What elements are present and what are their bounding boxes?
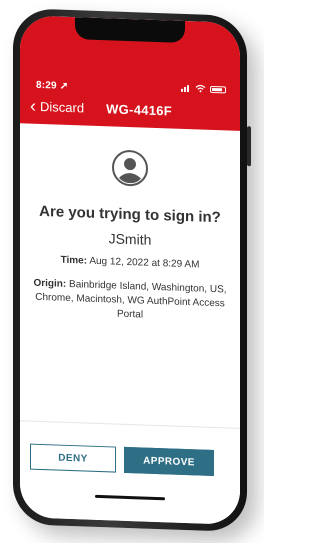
user-circle-icon <box>112 150 148 187</box>
phone-screen: 8:29 ➚ ‹ Discard WG-4416F Are you trying… <box>20 15 240 525</box>
chevron-left-icon: ‹ <box>30 95 36 116</box>
power-button <box>247 126 251 167</box>
home-indicator[interactable] <box>95 494 165 501</box>
time-row: Time: Aug 12, 2022 at 8:29 AM <box>20 253 240 272</box>
sign-in-prompt: Are you trying to sign in? <box>39 202 221 227</box>
status-icons <box>181 84 226 94</box>
origin-row: Origin: Bainbridge Island, Washington, U… <box>30 277 230 326</box>
discard-button[interactable]: ‹ Discard <box>30 95 85 117</box>
scene: 8:29 ➚ ‹ Discard WG-4416F Are you trying… <box>0 0 264 543</box>
deny-button[interactable]: DENY <box>30 443 116 473</box>
phone-frame: 8:29 ➚ ‹ Discard WG-4416F Are you trying… <box>13 8 251 533</box>
time-value: Aug 12, 2022 at 8:29 AM <box>89 255 200 271</box>
device-title: WG-4416F <box>106 100 173 119</box>
auth-request: Are you trying to sign in? JSmith Time: … <box>20 123 240 326</box>
username: JSmith <box>108 230 152 248</box>
time-label: Time: <box>60 254 88 267</box>
status-time: 8:29 ➚ <box>36 80 68 92</box>
battery-icon <box>210 85 226 93</box>
nav-bar: ‹ Discard WG-4416F <box>30 96 230 123</box>
approve-button[interactable]: APPROVE <box>124 446 214 477</box>
status-time-text: 8:29 <box>36 79 57 92</box>
notch <box>75 17 185 44</box>
signal-bars-icon <box>181 85 189 93</box>
origin-label: Origin: <box>33 277 67 290</box>
wifi-icon <box>195 84 206 93</box>
location-arrow-icon: ➚ <box>59 80 69 92</box>
action-footer: DENY APPROVE <box>20 420 240 525</box>
discard-label: Discard <box>40 98 85 115</box>
